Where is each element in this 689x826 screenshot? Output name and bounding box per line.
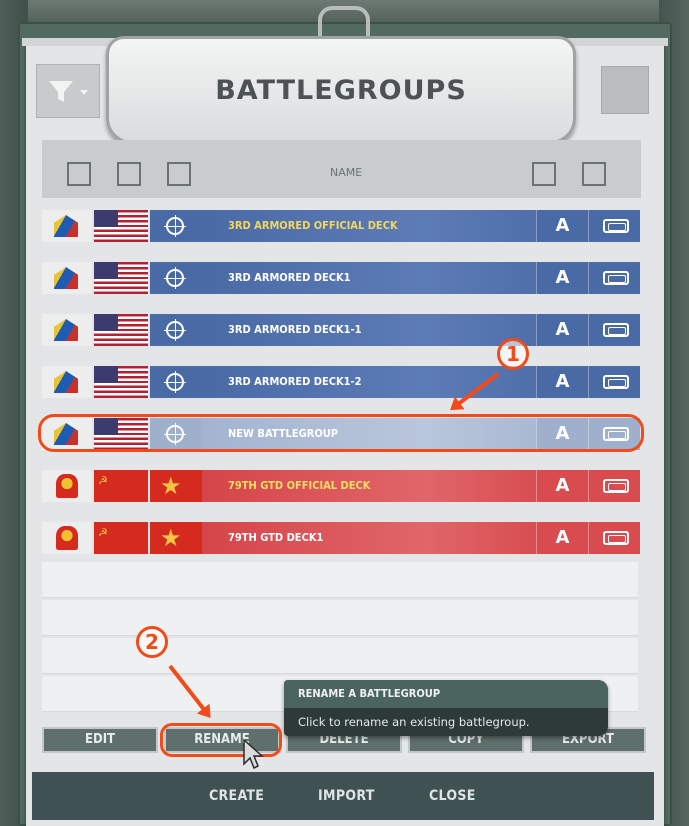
deck-slot-icon	[588, 522, 640, 554]
battlegroup-grade: A	[536, 366, 588, 398]
filter-icon	[49, 81, 88, 102]
nato-icon	[150, 262, 202, 294]
header-checkbox-3[interactable]	[167, 162, 191, 186]
header-checkbox-2[interactable]	[117, 162, 141, 186]
nato-icon	[150, 366, 202, 398]
deck-slot-icon	[588, 262, 640, 294]
header-checkbox-1[interactable]	[67, 162, 91, 186]
ussr-flag-icon: ☭	[94, 470, 148, 502]
create-button[interactable]: CREATE	[209, 788, 264, 804]
warsaw-pact-star-icon: ★	[150, 470, 202, 502]
rename-tooltip: RENAME A BATTLEGROUP Click to rename an …	[284, 680, 608, 736]
page-title: BATTLEGROUPS	[215, 75, 467, 106]
us-flag-icon	[94, 366, 148, 398]
nato-icon	[150, 210, 202, 242]
battlegroup-name: 3RD ARMORED DECK1-2	[202, 366, 575, 398]
warsaw-pact-star-icon: ★	[150, 522, 202, 554]
tooltip-title: RENAME A BATTLEGROUP	[284, 680, 608, 708]
annotation-marker-2: 2	[136, 626, 168, 658]
battlegroup-name: 79TH GTD OFFICIAL DECK	[202, 470, 575, 502]
header-checkbox-4[interactable]	[532, 162, 556, 186]
empty-slot	[42, 562, 638, 598]
battlegroup-grade: A	[536, 314, 588, 346]
deck-slot-icon	[588, 366, 640, 398]
list-header: NAME	[42, 140, 641, 198]
annotation-marker-1: 1	[497, 338, 529, 370]
empty-slot	[42, 600, 638, 636]
import-button[interactable]: IMPORT	[318, 788, 375, 804]
division-badge-icon	[42, 262, 92, 294]
battlegroup-row[interactable]: ☭ ★ 79TH GTD OFFICIAL DECK A	[42, 470, 640, 502]
empty-slot	[42, 638, 638, 674]
deck-slot-icon	[588, 210, 640, 242]
close-button[interactable]: CLOSE	[429, 788, 476, 804]
battlegroup-grade: A	[536, 522, 588, 554]
division-badge-icon	[42, 314, 92, 346]
clipboard-clip: BATTLEGROUPS	[106, 36, 576, 144]
division-badge-icon	[42, 366, 92, 398]
soviet-division-badge-icon	[42, 470, 92, 502]
battlegroup-row[interactable]: 3RD ARMORED DECK1 A	[42, 262, 640, 294]
battlegroup-grade: A	[536, 262, 588, 294]
nato-icon	[150, 314, 202, 346]
ussr-flag-icon: ☭	[94, 522, 148, 554]
battlegroup-row[interactable]: 3RD ARMORED DECK1-2 A	[42, 366, 640, 398]
corner-button[interactable]	[601, 66, 649, 114]
annotation-highlight-row	[38, 414, 644, 452]
us-flag-icon	[94, 210, 148, 242]
tooltip-body: Click to rename an existing battlegroup.	[298, 715, 530, 729]
mouse-cursor-icon	[243, 738, 264, 770]
battlegroup-row[interactable]: 3RD ARMORED OFFICIAL DECK A	[42, 210, 640, 242]
battlegroup-name: 3RD ARMORED DECK1	[202, 262, 575, 294]
battlegroup-grade: A	[536, 470, 588, 502]
edit-button[interactable]: EDIT	[42, 727, 158, 753]
soviet-division-badge-icon	[42, 522, 92, 554]
us-flag-icon	[94, 262, 148, 294]
column-header-name[interactable]: NAME	[330, 166, 362, 179]
battlegroup-row[interactable]: 3RD ARMORED DECK1-1 A	[42, 314, 640, 346]
us-flag-icon	[94, 314, 148, 346]
bottom-bar: CREATE IMPORT CLOSE	[32, 772, 654, 820]
battlegroup-grade: A	[536, 210, 588, 242]
filter-button[interactable]	[36, 64, 100, 118]
deck-slot-icon	[588, 314, 640, 346]
division-badge-icon	[42, 210, 92, 242]
battlegroup-name: 79TH GTD DECK1	[202, 522, 575, 554]
battlegroup-name: 3RD ARMORED OFFICIAL DECK	[202, 210, 575, 242]
deck-slot-icon	[588, 470, 640, 502]
header-checkbox-5[interactable]	[582, 162, 606, 186]
battlegroup-row[interactable]: ☭ ★ 79TH GTD DECK1 A	[42, 522, 640, 554]
